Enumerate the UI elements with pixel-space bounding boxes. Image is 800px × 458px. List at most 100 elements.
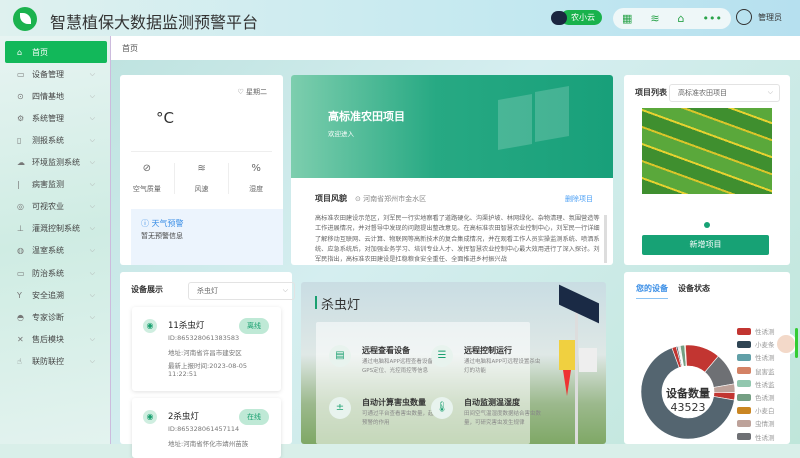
project-image	[642, 108, 772, 194]
sidebar-item[interactable]: ▭ 防治系统 ⌵	[5, 262, 107, 284]
sidebar-item[interactable]: Y 安全追溯 ⌵	[5, 284, 107, 306]
sidebar-item[interactable]: ☁ 环境监测系统 ⌵	[5, 152, 107, 174]
sidebar-item[interactable]: | 病害监测 ⌵	[5, 174, 107, 196]
sidebar-item-label: 联防联控	[32, 356, 64, 366]
leaf-icon: ⊘	[142, 163, 152, 174]
chevron-down-icon: ⌵	[767, 88, 773, 96]
device-icon: ◉	[143, 319, 157, 333]
logo-icon	[13, 7, 37, 31]
carousel-dot[interactable]	[704, 222, 710, 228]
sidebar-item[interactable]: ☝ 联防联控 ⌵	[5, 350, 107, 372]
chevron-down-icon: ⌵	[89, 246, 95, 255]
layers-icon[interactable]: ≋	[650, 12, 659, 25]
legend-item[interactable]: 小麦白	[737, 405, 775, 415]
irrigation-icon: ⊥	[17, 224, 24, 234]
trace-icon: Y	[17, 290, 22, 300]
qrcode-icon[interactable]: ▦	[622, 12, 632, 25]
expert-icon: ◓	[17, 312, 24, 322]
sidebar-item[interactable]: ⌂ 首页	[5, 41, 107, 63]
sidebar-item[interactable]: ◓ 专家诊断 ⌵	[5, 306, 107, 328]
legend-item[interactable]: 性诱测	[737, 326, 775, 336]
delete-project-link[interactable]: 删除项目	[565, 194, 593, 204]
user-menu[interactable]: 管理员	[736, 9, 782, 25]
device-report-date: 最新上报时间:2023-08-05	[168, 362, 247, 370]
chevron-down-icon: ⌵	[89, 268, 95, 277]
alert-text: 暂无预警信息	[141, 232, 183, 240]
project-select[interactable]: 高标准农田项目 ⌵	[669, 84, 780, 102]
add-project-button[interactable]: 新增项目	[642, 235, 769, 255]
legend-label: 色诱测	[755, 394, 775, 402]
sidebar-item[interactable]: ⊥ 灌溉控制系统 ⌵	[5, 218, 107, 240]
sidebar-item-label: 防治系统	[32, 268, 64, 278]
legend-swatch	[737, 340, 751, 348]
device-icon: ▭	[17, 268, 25, 278]
sidebar-item[interactable]: ◍ 温室系统 ⌵	[5, 240, 107, 262]
device-type-select[interactable]: 杀虫灯 ⌵	[188, 282, 295, 300]
wind-speed: ≋ 风速	[173, 163, 230, 194]
breadcrumb[interactable]: 首页	[111, 36, 800, 60]
humidity-icon: %	[251, 163, 261, 174]
legend-label: 鼠害监	[755, 367, 775, 376]
assistant-avatar[interactable]	[775, 333, 797, 355]
app-title: 智慧植保大数据监测预警平台	[50, 13, 259, 32]
robot-icon	[551, 10, 567, 25]
sidebar-item[interactable]: ◎ 可视农业 ⌵	[5, 196, 107, 218]
legend-label: 性诱测	[755, 328, 775, 336]
chevron-down-icon: ⌵	[89, 290, 95, 299]
home-icon: ⌂	[17, 47, 23, 57]
sidebar-item[interactable]: ⚙ 系统管理 ⌵	[5, 107, 107, 129]
sidebar-item-label: 四情基地	[32, 91, 64, 101]
legend-item[interactable]: 虫情测	[737, 418, 775, 428]
assistant-button[interactable]: 农小云	[551, 10, 602, 25]
donut-center-label: 设备数量	[666, 387, 710, 400]
device-address: 地址:河南省怀化市靖州苗族	[168, 440, 249, 448]
scrollbar[interactable]	[795, 328, 798, 358]
device-item[interactable]: ◉ 11杀虫灯 离线 ID:865328061383583 地址:河南省许昌市建…	[132, 307, 281, 391]
product-title: 杀虫灯	[321, 298, 361, 313]
more-icon[interactable]: •••	[703, 12, 722, 25]
location-icon: ⊙	[17, 91, 24, 101]
cloud-icon: ☁	[17, 158, 25, 167]
legend-label: 性诱测	[755, 433, 775, 442]
sidebar-item[interactable]: ▯ 测报系统 ⌵	[5, 129, 107, 151]
info-icon: ⓘ	[141, 219, 149, 228]
chevron-down-icon: ⌵	[89, 224, 95, 233]
home-icon[interactable]: ⌂	[678, 12, 685, 25]
tab-device-status[interactable]: 设备状态	[678, 283, 710, 294]
alert-title: ⓘ 天气预警	[141, 219, 184, 228]
monitor-icon: ▤	[329, 345, 351, 367]
sidebar-item-label: 售后模块	[32, 334, 64, 344]
camera-icon: ◎	[17, 202, 24, 212]
product-showcase: 杀虫灯 ▤ 远程查看设备 通过电脑和APP远程查看设备GPS定位、光控雨控等信息 ☰…	[301, 282, 606, 444]
chevron-down-icon: ⌵	[89, 312, 95, 321]
legend-item[interactable]: 色诱测	[737, 392, 775, 402]
legend-swatch	[737, 406, 751, 414]
header: 智慧植保大数据监测预警平台 农小云 ▦ ≋ ⌂ ••• 管理员	[0, 0, 800, 36]
chevron-down-icon: ⌵	[89, 69, 95, 78]
project-card: 高标准农田项目 欢迎进入 项目风貌 ⊙ 河南省郑州市金水区 删除项目 高标准农田…	[291, 75, 613, 265]
legend-item[interactable]: 性诱测	[737, 352, 775, 362]
legend-item[interactable]: 小麦条	[737, 339, 775, 349]
sidebar-item[interactable]: ✕ 售后模块 ⌵	[5, 328, 107, 350]
legend-item[interactable]: 性诱监	[737, 379, 775, 389]
greenhouse-icon: ◍	[17, 246, 24, 256]
legend-item[interactable]: 性诱测	[737, 432, 775, 442]
device-item[interactable]: ◉ 2杀虫灯 在线 ID:865328061457114 地址:河南省怀化市靖州…	[132, 398, 281, 458]
thermometer-icon: 🌡	[431, 397, 453, 419]
sidebar: ⌂ 首页 ▭ 设备管理 ⌵ ⊙ 四情基地 ⌵ ⚙ 系统管理 ⌵ ▯ 测报系统 ⌵ ☁ 环境监测系统 ⌵ | 病害监测…	[0, 36, 111, 444]
scrollbar[interactable]	[604, 215, 607, 263]
legend-item[interactable]: 鼠害监	[737, 366, 775, 376]
temperature: °C	[156, 109, 174, 127]
legend-swatch	[737, 380, 751, 388]
legend-label: 虫情测	[755, 420, 775, 429]
sidebar-item[interactable]: ⊙ 四情基地 ⌵	[5, 85, 107, 107]
sidebar-item[interactable]: ▭ 设备管理 ⌵	[5, 63, 107, 85]
status-badge: 在线	[239, 409, 269, 425]
test-tube-icon: |	[17, 180, 20, 190]
wind-icon: ≋	[197, 163, 206, 174]
chevron-down-icon: ⌵	[89, 91, 95, 100]
sidebar-item-label: 温室系统	[32, 246, 64, 256]
tab-your-devices[interactable]: 您的设备	[636, 283, 668, 299]
user-name: 管理员	[758, 12, 782, 22]
donut-total: 43523	[670, 401, 706, 414]
